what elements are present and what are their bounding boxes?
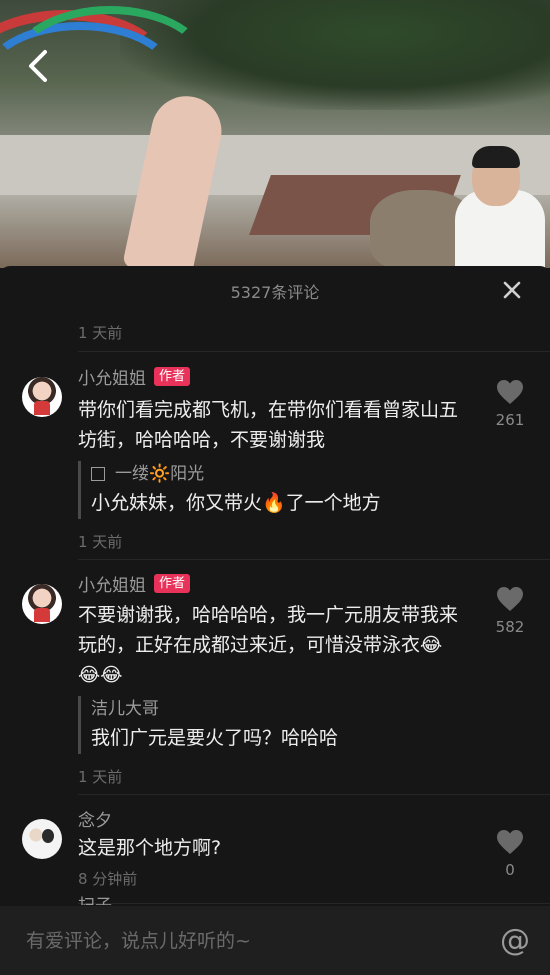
avatar[interactable] bbox=[22, 377, 62, 417]
comment-input-bar: @ bbox=[0, 906, 550, 975]
reply-author-name: 洁儿大哥 bbox=[91, 699, 159, 719]
author-badge: 作者 bbox=[154, 366, 191, 386]
comment-text: 带你们看完成都飞机，在带你们看看曾家山五坊街，哈哈哈哈，不要谢谢我 bbox=[78, 399, 459, 451]
heart-icon bbox=[497, 587, 523, 611]
timestamp: 1 天前 bbox=[78, 324, 123, 342]
divider bbox=[78, 559, 550, 560]
heart-icon bbox=[497, 380, 523, 404]
comment-author[interactable]: 念夕 bbox=[78, 806, 112, 831]
comment-author-row: 念夕 bbox=[78, 805, 460, 831]
reply-author: 一缕🔆阳光 bbox=[91, 461, 460, 487]
chevron-left-icon bbox=[29, 50, 47, 82]
avatar[interactable] bbox=[22, 819, 62, 859]
divider bbox=[78, 351, 550, 352]
back-button[interactable] bbox=[20, 46, 56, 86]
timestamp: 8 分钟前 bbox=[78, 870, 138, 888]
at-icon: @ bbox=[500, 923, 530, 958]
person-hair bbox=[472, 146, 520, 168]
reply-author: 洁儿大哥 bbox=[91, 696, 460, 722]
next-comment-author-peek: 扫子 bbox=[78, 893, 118, 905]
reply-text: 小允妹妹，你又带火🔥了一个地方 bbox=[91, 492, 381, 514]
checkbox-icon bbox=[91, 467, 105, 481]
comment-author-row: 小允姐姐 作者 bbox=[78, 570, 460, 596]
like-count: 261 bbox=[495, 411, 525, 429]
like-count: 0 bbox=[505, 861, 515, 879]
author-badge: 作者 bbox=[154, 573, 191, 593]
comment-item[interactable]: 小允姐姐 作者 带你们看完成都飞机，在带你们看看曾家山五坊街，哈哈哈哈，不要谢谢… bbox=[0, 363, 550, 519]
reply-quote[interactable]: 洁儿大哥 我们广元是要火了吗？哈哈哈 bbox=[78, 696, 460, 754]
comment-author[interactable]: 小允姐姐 bbox=[78, 364, 146, 389]
comment-text: 这是那个地方啊? bbox=[78, 837, 222, 859]
like-button[interactable]: 261 bbox=[488, 379, 532, 429]
comment-count-title: 5327条评论 bbox=[230, 283, 320, 302]
comment-list: 1 天前 小允姐姐 作者 带你们看完成都飞机，在带你们看看曾家山五坊街，哈哈哈哈… bbox=[0, 316, 550, 904]
like-count: 582 bbox=[495, 618, 525, 636]
close-icon bbox=[503, 281, 521, 299]
like-button[interactable]: 0 bbox=[488, 829, 532, 879]
timestamp: 1 天前 bbox=[78, 768, 123, 786]
avatar[interactable] bbox=[22, 584, 62, 624]
divider bbox=[78, 903, 550, 904]
heart-icon bbox=[497, 830, 523, 854]
video-frame[interactable] bbox=[0, 0, 550, 268]
timestamp: 1 天前 bbox=[78, 533, 123, 551]
next-comment-author: 扫子 bbox=[78, 893, 118, 905]
mention-button[interactable]: @ bbox=[480, 923, 550, 958]
divider bbox=[78, 794, 550, 795]
reply-quote[interactable]: 一缕🔆阳光 小允妹妹，你又带火🔥了一个地方 bbox=[78, 461, 460, 519]
like-button[interactable]: 582 bbox=[488, 586, 532, 636]
sheet-header: 5327条评论 bbox=[0, 266, 550, 316]
comment-author-row: 小允姐姐 作者 bbox=[78, 363, 460, 389]
comment-text: 不要谢谢我，哈哈哈哈，我一广元朋友带我来玩的，正好在成都过来近，可惜没带泳衣😂😂… bbox=[78, 604, 459, 686]
reply-author-name: 一缕🔆阳光 bbox=[115, 464, 205, 484]
comment-item[interactable]: 念夕 这是那个地方啊? 8 分钟前 0 bbox=[0, 805, 550, 895]
reply-text: 我们广元是要火了吗？哈哈哈 bbox=[91, 727, 339, 749]
comments-sheet: 5327条评论 1 天前 小允姐姐 作者 带你们看完成都飞机，在带你们看看曾家山… bbox=[0, 266, 550, 975]
comment-author[interactable]: 小允姐姐 bbox=[78, 571, 146, 596]
comment-input[interactable] bbox=[26, 929, 480, 952]
close-button[interactable] bbox=[500, 278, 524, 302]
comment-item[interactable]: 小允姐姐 作者 不要谢谢我，哈哈哈哈，我一广元朋友带我来玩的，正好在成都过来近，… bbox=[0, 570, 550, 754]
